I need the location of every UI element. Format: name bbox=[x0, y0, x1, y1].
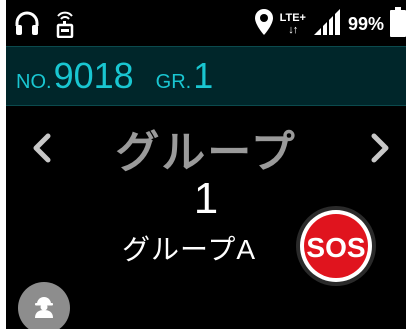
chevron-right-icon[interactable] bbox=[366, 130, 396, 166]
sos-button[interactable]: SOS bbox=[294, 204, 378, 288]
header-row: NO. 9018 GR. 1 bbox=[16, 55, 213, 97]
signal-bars-icon bbox=[312, 8, 342, 41]
worker-helmet-icon bbox=[31, 293, 57, 324]
device-screen: LTE+ ↓↑ 99% NO. 9018 GR. 1 グループ 1 グループA … bbox=[6, 0, 406, 329]
group-panel: グループ 1 グループA SOS bbox=[6, 106, 406, 329]
headset-icon bbox=[14, 11, 40, 42]
group-title: グループ bbox=[115, 128, 297, 177]
battery-percent: 99% bbox=[347, 13, 384, 34]
sos-label: SOS bbox=[306, 232, 365, 263]
battery-icon bbox=[390, 6, 406, 42]
gr-label: GR. bbox=[155, 71, 192, 93]
group-name: グループA bbox=[122, 234, 256, 265]
no-label: NO. bbox=[16, 71, 52, 93]
network-label: LTE+ bbox=[279, 12, 306, 24]
status-bar: LTE+ ↓↑ 99% bbox=[6, 0, 406, 46]
walkie-talkie-icon bbox=[54, 10, 76, 43]
network-arrows: ↓↑ bbox=[288, 24, 298, 36]
gr-value: 1 bbox=[193, 55, 214, 96]
user-button[interactable] bbox=[18, 282, 70, 329]
id-header: NO. 9018 GR. 1 bbox=[6, 46, 406, 106]
status-left bbox=[14, 10, 76, 43]
location-pin-icon bbox=[254, 8, 274, 41]
no-value: 9018 bbox=[53, 55, 134, 96]
network-indicator: LTE+ ↓↑ bbox=[280, 12, 306, 36]
status-right: LTE+ ↓↑ 99% bbox=[254, 6, 406, 42]
